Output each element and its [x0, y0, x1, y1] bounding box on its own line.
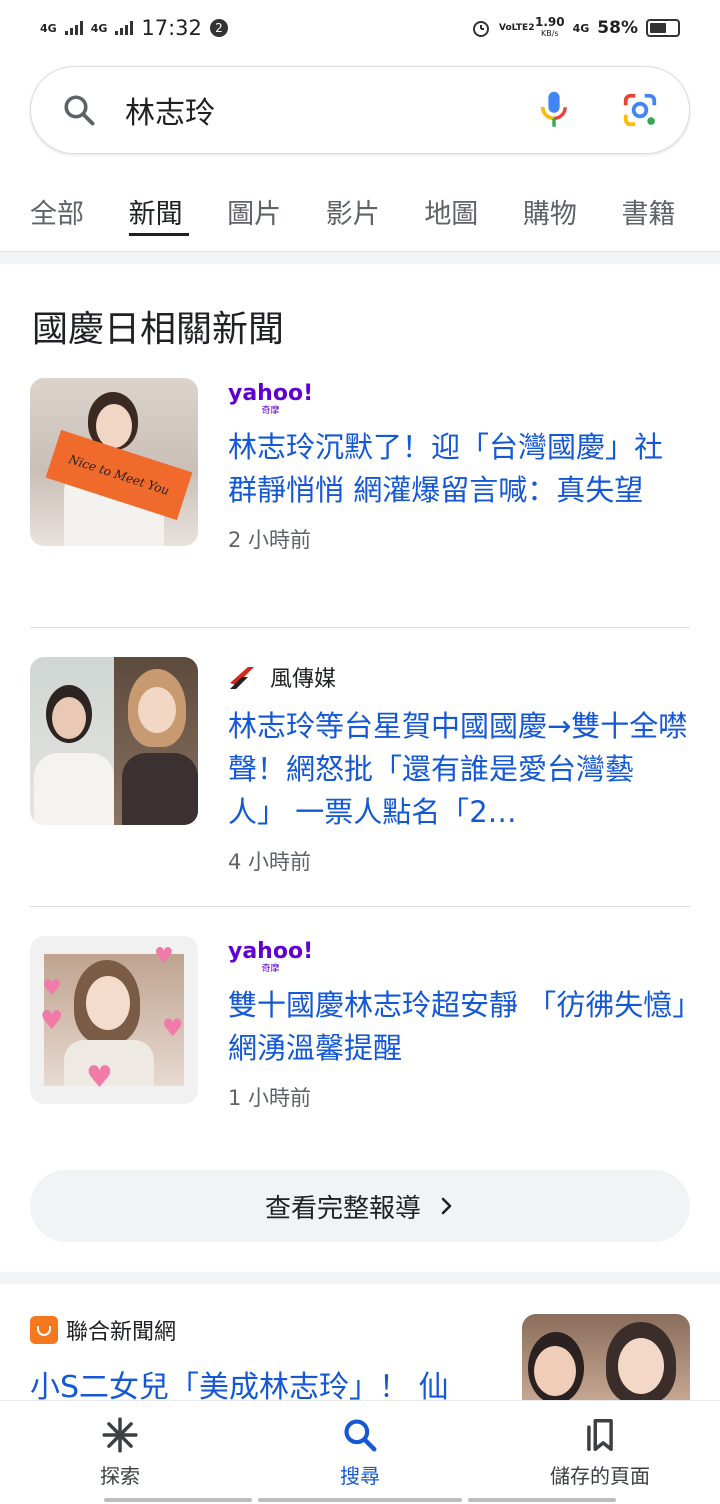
news-thumbnail: Nice to Meet You [30, 378, 198, 546]
status-bar: 4G 4G 17:32 2 VoLTE2 1.90 KB/s 4G 58% [0, 0, 720, 56]
heart-icon: ♥ [154, 944, 174, 969]
news-time: 4 小時前 [228, 850, 312, 874]
news-headline[interactable]: 林志玲沉默了！迎「台灣國慶」社群靜悄悄 網灌爆留言喊：真失望 [228, 426, 690, 512]
clock: 17:32 [141, 16, 202, 40]
chevron-right-icon [441, 1197, 452, 1215]
source-name: yahoo! [228, 380, 314, 406]
source-sub: 奇摩 [261, 963, 280, 974]
microphone-icon[interactable] [537, 89, 571, 131]
news-item[interactable]: 聯合新聞網 小S二女兒「美成林志玲」！ 仙 [0, 1284, 720, 1405]
news-item[interactable]: 風傳媒 林志玲等台星賀中國國慶→雙十全噤聲！網怒批「還有誰是愛台灣藝人」 一票人… [30, 657, 690, 876]
section-separator [0, 252, 720, 264]
heart-icon: ♥ [42, 976, 62, 1001]
signal-icon [64, 21, 83, 35]
photo-face [534, 1346, 576, 1396]
tab-all[interactable]: 全部 [30, 170, 129, 252]
yahoo-logo: yahoo! 奇摩 [228, 381, 313, 416]
tab-videos[interactable]: 影片 [326, 170, 425, 252]
photo-right [114, 657, 198, 825]
source-name: yahoo! [228, 938, 314, 964]
speed-value: 1.90 [535, 15, 565, 29]
news-headline[interactable]: 林志玲等台星賀中國國慶→雙十全噤聲！網怒批「還有誰是愛台灣藝人」 一票人點名「2… [228, 705, 690, 834]
search-icon [344, 1419, 377, 1452]
news-thumbnail [30, 657, 198, 825]
news-time: 2 小時前 [228, 528, 312, 552]
network-type-3: 4G [572, 21, 590, 35]
heart-icon: ♥ [162, 1014, 184, 1042]
full-coverage-label: 查看完整報導 [264, 1193, 421, 1224]
nav-discover[interactable]: 探索 [0, 1401, 240, 1504]
speed-unit: KB/s [541, 29, 559, 38]
nav-label: 探索 [100, 1464, 140, 1488]
udn-logo-icon [30, 1316, 58, 1344]
tab-news[interactable]: 新聞 [128, 170, 228, 252]
google-lens-icon[interactable] [621, 91, 659, 129]
news-body: yahoo! 奇摩 林志玲沉默了！迎「台灣國慶」社群靜悄悄 網灌爆留言喊：真失望… [228, 378, 690, 554]
photo-face [618, 1338, 664, 1394]
news-source: yahoo! 奇摩 [228, 936, 690, 976]
photo-face [52, 697, 86, 739]
section-title: 國慶日相關新聞 [32, 309, 285, 350]
photo-face [86, 976, 130, 1030]
news-source: 聯合新聞網 [30, 1314, 176, 1346]
search-icon [64, 95, 95, 126]
home-indicator [104, 1498, 252, 1502]
news-body: yahoo! 奇摩 雙十國慶林志玲超安靜 「彷彿失憶」網湧溫馨提醒 1 小時前 [228, 936, 690, 1112]
news-source: yahoo! 奇摩 [228, 378, 690, 418]
source-name: 風傳媒 [270, 667, 337, 692]
photo-left [30, 657, 114, 825]
udn-logo-mark [37, 1326, 51, 1336]
news-headline[interactable]: 雙十國慶林志玲超安靜 「彷彿失憶」網湧溫馨提醒 [228, 984, 690, 1070]
photo-body [122, 753, 198, 825]
nav-label: 儲存的頁面 [550, 1464, 650, 1488]
battery-percent: 58% [597, 18, 638, 38]
source-sub: 奇摩 [261, 405, 280, 416]
news-body: 風傳媒 林志玲等台星賀中國國慶→雙十全噤聲！網怒批「還有誰是愛台灣藝人」 一票人… [228, 657, 690, 876]
photo-face [138, 687, 176, 733]
search-tabs: 全部 新聞 圖片 影片 地圖 購物 書籍 [0, 170, 720, 252]
nav-search[interactable]: 搜尋 [240, 1401, 480, 1504]
news-thumbnail: ♥ ♥ ♥ ♥ ♥ [30, 936, 198, 1104]
photo-body [34, 753, 114, 825]
bookmarks-icon [587, 1419, 613, 1451]
divider [30, 906, 690, 907]
search-bar[interactable]: 林志玲 [30, 66, 690, 154]
storm-media-logo-icon [230, 667, 254, 689]
battery-icon [646, 19, 680, 37]
full-coverage-button[interactable]: 查看完整報導 [30, 1170, 690, 1242]
network-type-2: 4G [90, 21, 108, 35]
tab-books[interactable]: 書籍 [621, 170, 720, 252]
home-indicator [258, 1498, 462, 1502]
divider [30, 627, 690, 628]
source-name: 聯合新聞網 [66, 1320, 177, 1345]
volte-label: VoLTE2 [499, 22, 535, 33]
network-type-1: 4G [40, 21, 57, 35]
alarm-icon [473, 21, 489, 37]
tab-maps[interactable]: 地圖 [424, 170, 523, 252]
bottom-navigation: 探索 搜尋 儲存的頁面 [0, 1400, 720, 1504]
tab-images[interactable]: 圖片 [227, 170, 326, 252]
home-indicator [468, 1498, 616, 1502]
heart-icon: ♥ [86, 1060, 113, 1095]
signal-icon [115, 21, 134, 35]
search-input[interactable]: 林志玲 [125, 88, 537, 132]
news-source: 風傳媒 [228, 657, 690, 697]
yahoo-logo: yahoo! 奇摩 [228, 939, 313, 974]
news-item[interactable]: ♥ ♥ ♥ ♥ ♥ yahoo! 奇摩 雙十國慶林志玲超安靜 「彷彿失憶」網湧溫… [30, 936, 690, 1112]
notification-badge: 2 [209, 19, 228, 37]
news-thumbnail [522, 1314, 690, 1404]
news-time: 1 小時前 [228, 1086, 312, 1110]
nav-label: 搜尋 [340, 1464, 380, 1488]
news-item[interactable]: Nice to Meet You yahoo! 奇摩 林志玲沉默了！迎「台灣國慶… [30, 378, 690, 554]
speed-readout: 1.90 KB/s [535, 15, 565, 39]
section-separator [0, 1272, 720, 1284]
nav-saved[interactable]: 儲存的頁面 [480, 1401, 720, 1504]
heart-icon: ♥ [40, 1006, 64, 1036]
tab-shopping[interactable]: 購物 [523, 170, 622, 252]
asterisk-icon [102, 1417, 138, 1453]
photo-face [96, 404, 132, 448]
